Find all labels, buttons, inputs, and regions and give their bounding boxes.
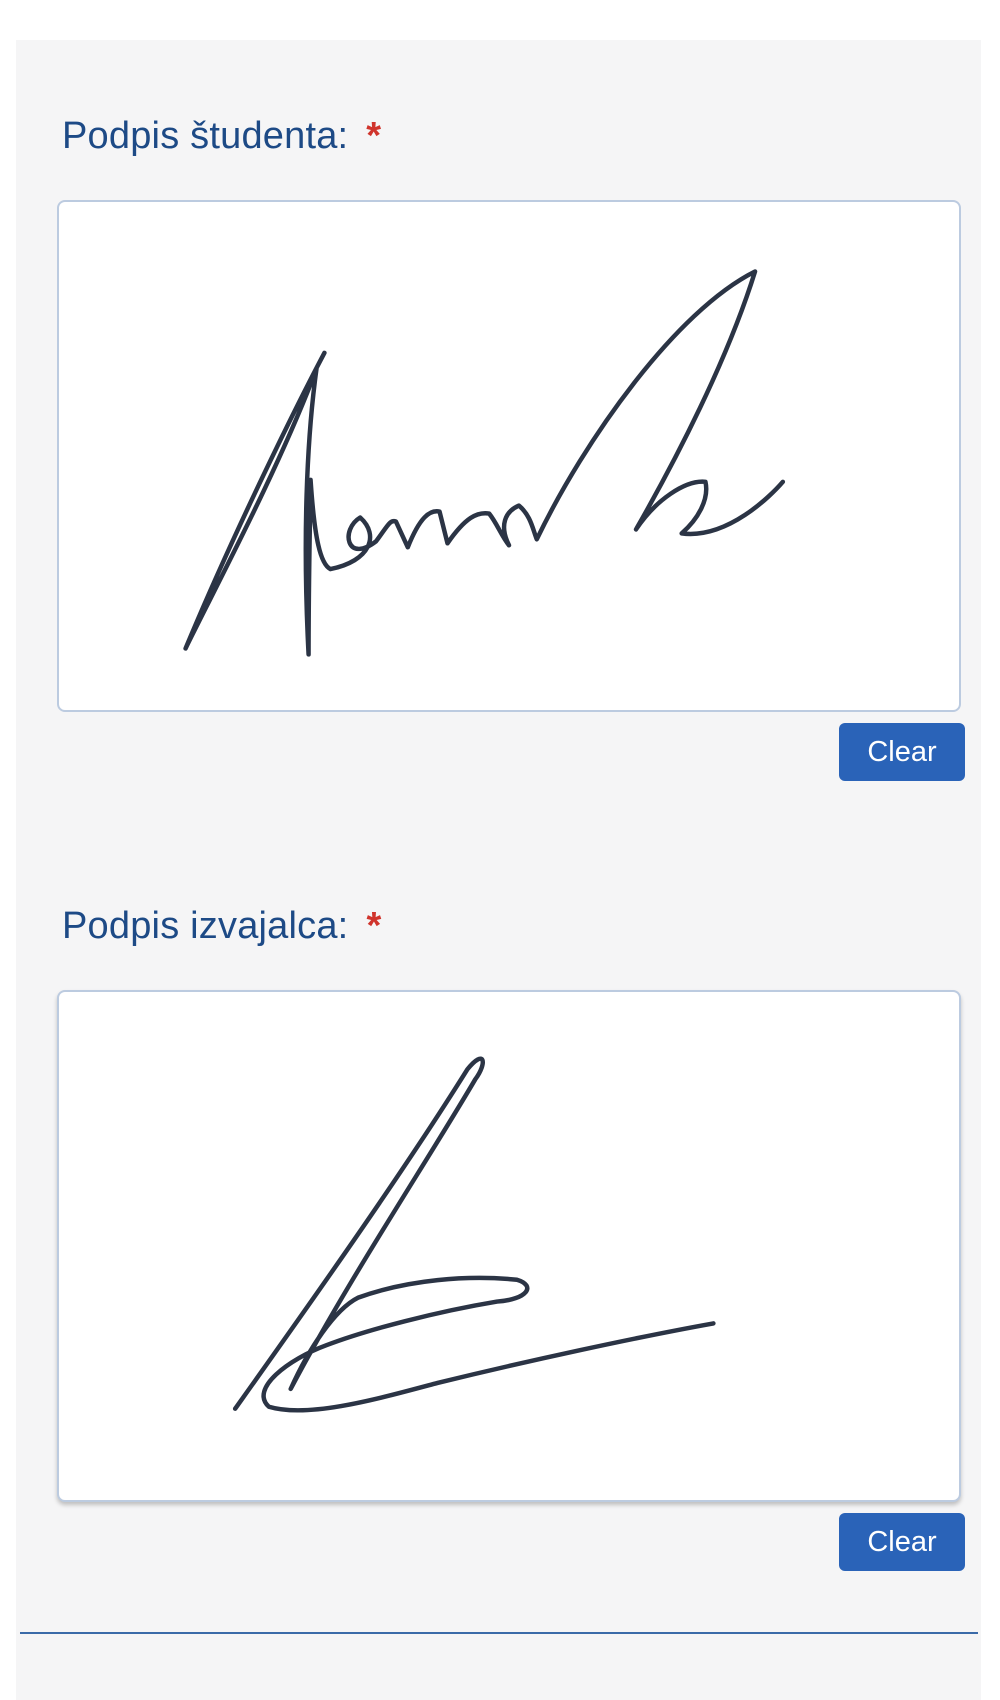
required-marker: * [366,905,382,947]
signature-form-panel: Podpis študenta: * Clear Podpis izvajalca… [16,40,981,1700]
section-divider [20,1632,978,1634]
student-signature-stroke [183,269,786,657]
student-signature-label: Podpis študenta: * [62,115,381,158]
student-signature-drawing [183,269,786,657]
student-signature-pad[interactable] [57,200,961,712]
student-signature-label-text: Podpis študenta: [62,115,349,157]
student-signature-clear-button[interactable]: Clear [839,723,965,781]
provider-signature-clear-button[interactable]: Clear [839,1513,965,1571]
required-marker: * [366,115,382,157]
provider-signature-stroke [232,1056,716,1413]
provider-signature-label: Podpis izvajalca: * [62,905,381,948]
provider-signature-label-text: Podpis izvajalca: [62,905,349,947]
provider-signature-drawing [232,1056,716,1413]
provider-signature-pad[interactable] [57,990,961,1502]
